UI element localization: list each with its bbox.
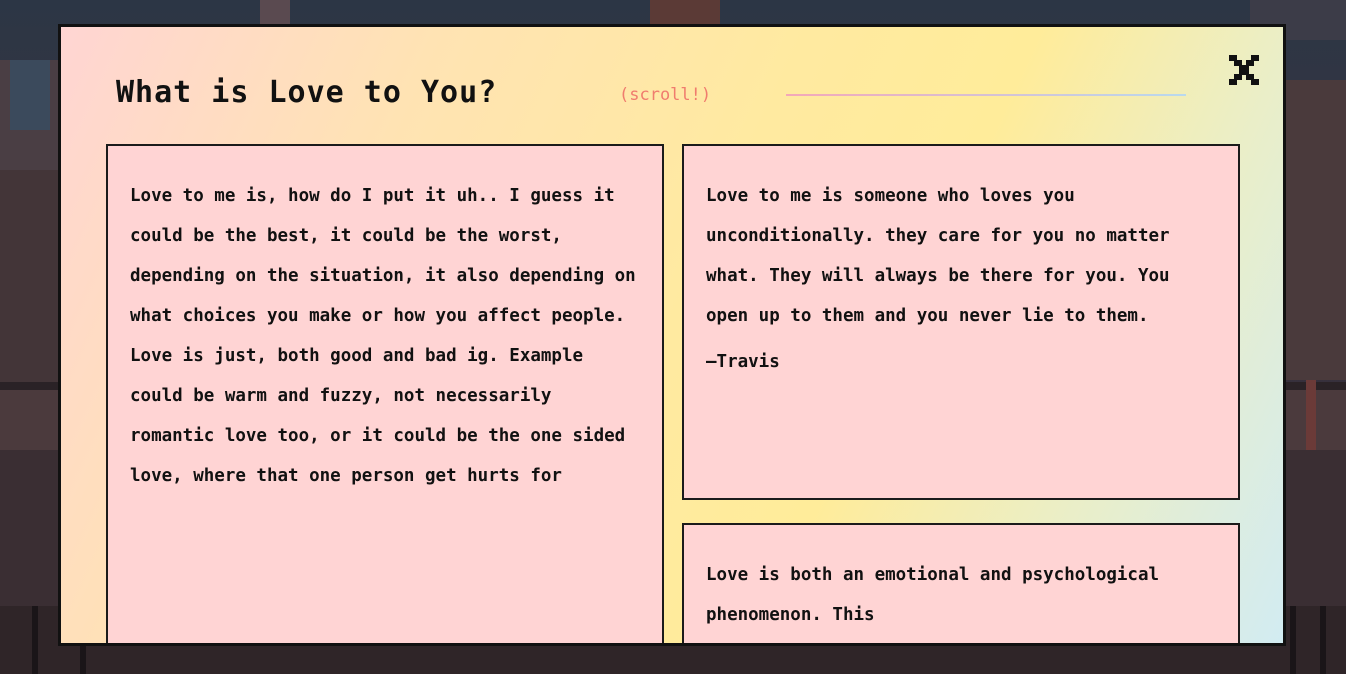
bg-building — [650, 0, 720, 26]
response-text: Love is both an emotional and psychologi… — [706, 565, 1160, 625]
game-scene: What is Love to You? (scroll!) Love to m… — [0, 0, 1346, 674]
response-signature: —Travis — [706, 352, 780, 372]
bg-fence-post — [32, 606, 38, 674]
title-divider — [786, 94, 1186, 96]
response-card: Love to me is someone who loves you unco… — [682, 144, 1240, 500]
bg-fence-post — [1320, 606, 1326, 674]
love-modal[interactable]: What is Love to You? (scroll!) Love to m… — [58, 24, 1286, 646]
close-button[interactable] — [1227, 53, 1261, 87]
scroll-hint: (scroll!) — [619, 85, 712, 105]
bg-building — [0, 170, 60, 390]
response-text: Love to me is someone who loves you unco… — [706, 186, 1170, 326]
bg-building — [1286, 80, 1346, 380]
response-card: Love to me is, how do I put it uh.. I gu… — [106, 144, 664, 643]
bg-fence-post — [1290, 606, 1296, 674]
bg-building — [260, 0, 290, 26]
response-text: Love to me is, how do I put it uh.. I gu… — [130, 186, 636, 486]
bg-fence-post — [1306, 380, 1316, 450]
close-x-icon — [1229, 55, 1259, 85]
response-card: Love is both an emotional and psychologi… — [682, 523, 1240, 643]
bg-building — [10, 60, 50, 130]
modal-header: What is Love to You? (scroll!) — [116, 75, 1186, 115]
modal-title: What is Love to You? — [116, 75, 498, 110]
